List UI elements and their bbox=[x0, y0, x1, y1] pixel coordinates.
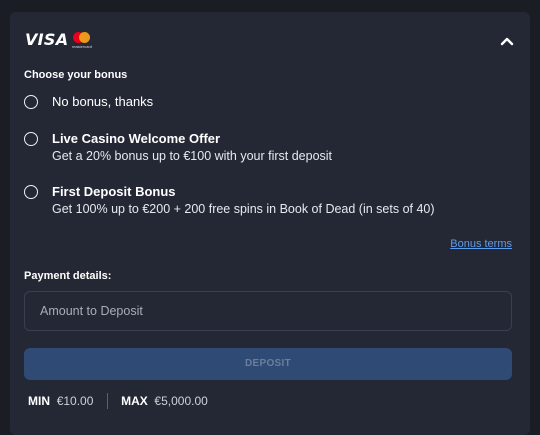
radio-button[interactable] bbox=[24, 185, 38, 199]
amount-field-wrapper bbox=[24, 291, 512, 331]
bonus-option-live-casino[interactable]: Live Casino Welcome Offer Get a 20% bonu… bbox=[24, 131, 516, 168]
bonus-option-description: Get a 20% bonus up to €100 with your fir… bbox=[52, 149, 333, 163]
payment-details-label: Payment details: bbox=[24, 270, 112, 282]
bonus-option-title: First Deposit Bonus bbox=[52, 184, 176, 199]
bonus-option-title: No bonus, thanks bbox=[52, 94, 154, 109]
choose-bonus-label: Choose your bonus bbox=[24, 69, 128, 81]
chevron-up-icon[interactable] bbox=[500, 36, 514, 46]
max-value: €5,000.00 bbox=[154, 394, 208, 409]
mastercard-logo: mastercard bbox=[72, 32, 96, 50]
deposit-panel: VISA mastercard Choose your bonus No bon… bbox=[10, 12, 530, 435]
deposit-limits: MIN €10.00 MAX €5,000.00 bbox=[28, 393, 208, 410]
deposit-button[interactable]: DEPOSIT bbox=[24, 348, 512, 380]
min-label: MIN bbox=[28, 394, 54, 409]
max-label: MAX bbox=[121, 394, 152, 409]
bonus-option-first-deposit[interactable]: First Deposit Bonus Get 100% up to €200 … bbox=[24, 184, 516, 221]
bonus-option-title: Live Casino Welcome Offer bbox=[52, 131, 221, 146]
bonus-option-no-bonus[interactable]: No bonus, thanks bbox=[24, 94, 516, 113]
visa-logo: VISA bbox=[25, 30, 69, 49]
bonus-terms-link[interactable]: Bonus terms bbox=[450, 238, 512, 250]
amount-input[interactable] bbox=[25, 292, 511, 330]
min-value: €10.00 bbox=[56, 394, 94, 409]
payment-method-header[interactable]: VISA mastercard bbox=[10, 12, 530, 64]
radio-button[interactable] bbox=[24, 132, 38, 146]
limits-divider bbox=[106, 393, 108, 409]
radio-button[interactable] bbox=[24, 95, 38, 109]
bonus-option-description: Get 100% up to €200 + 200 free spins in … bbox=[52, 202, 435, 216]
